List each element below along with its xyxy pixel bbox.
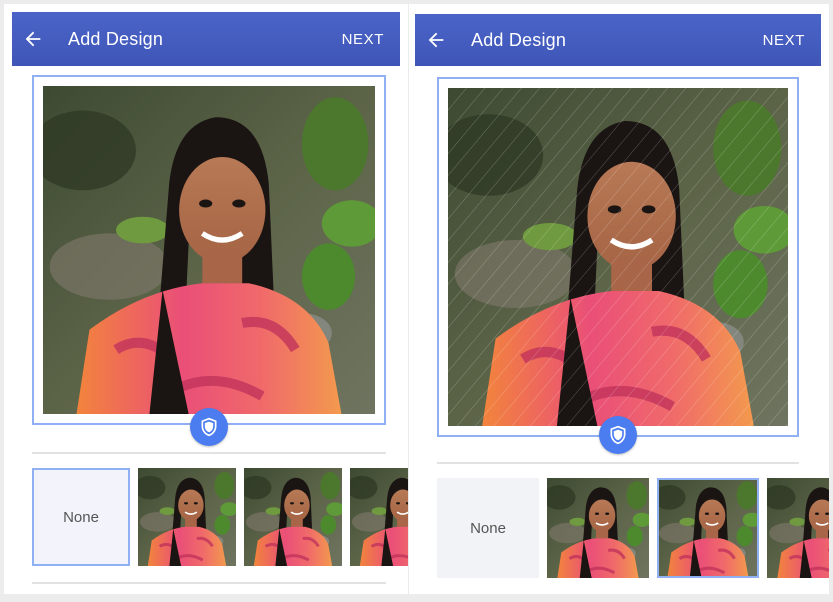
back-button[interactable] — [425, 14, 465, 66]
design-option-none[interactable]: None — [32, 468, 130, 566]
thumbnail-image — [244, 468, 342, 566]
divider — [32, 452, 386, 454]
divider — [437, 462, 799, 464]
next-button[interactable]: NEXT — [342, 31, 384, 48]
screen-design-applied: Add Design NEXT None — [409, 4, 829, 594]
design-preview-frame — [32, 75, 386, 425]
preview-photo — [43, 86, 375, 414]
portrait-image — [43, 86, 375, 414]
design-options-strip[interactable]: None — [437, 478, 829, 578]
preview-photo — [448, 88, 788, 426]
page-title: Add Design — [68, 28, 164, 49]
protect-toggle-button[interactable] — [190, 408, 228, 446]
screen-no-design: Add Design NEXT None — [4, 4, 408, 594]
design-option-none[interactable]: None — [437, 478, 539, 578]
app-bar: Add Design NEXT — [415, 14, 821, 66]
page-title: Add Design — [471, 29, 567, 50]
shield-icon — [610, 425, 626, 445]
divider — [32, 582, 386, 584]
protect-toggle-button[interactable] — [599, 416, 637, 454]
design-option-thumbnail[interactable] — [767, 478, 829, 578]
design-option-label: None — [470, 519, 506, 537]
design-option-thumbnail[interactable] — [138, 468, 236, 566]
shield-icon — [201, 417, 217, 437]
thumbnail-image — [350, 468, 408, 566]
arrow-left-icon — [25, 31, 41, 47]
back-button[interactable] — [22, 12, 62, 66]
arrow-left-icon — [428, 32, 444, 48]
portrait-image — [448, 88, 788, 426]
thumbnail-image — [657, 478, 759, 578]
design-preview-frame — [437, 77, 799, 437]
app-bar: Add Design NEXT — [12, 12, 400, 66]
design-option-thumbnail[interactable] — [244, 468, 342, 566]
design-option-label: None — [63, 508, 99, 526]
design-options-strip[interactable]: None — [32, 468, 408, 566]
design-option-thumbnail-selected[interactable] — [657, 478, 759, 578]
thumbnail-image — [767, 478, 829, 578]
thumbnail-image — [547, 478, 649, 578]
design-option-thumbnail[interactable] — [547, 478, 649, 578]
next-button[interactable]: NEXT — [763, 32, 805, 49]
thumbnail-image — [138, 468, 236, 566]
design-option-thumbnail[interactable] — [350, 468, 408, 566]
